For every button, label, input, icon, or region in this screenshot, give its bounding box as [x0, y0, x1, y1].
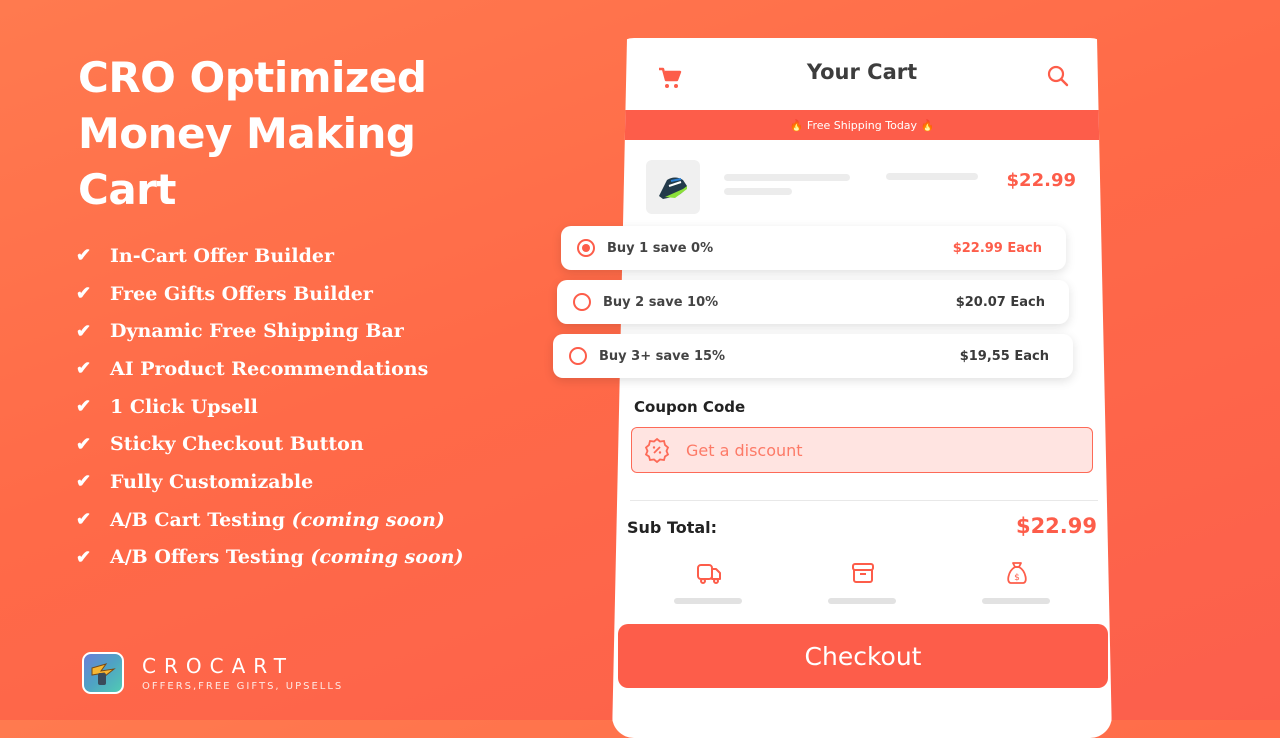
svg-text:$: $: [1014, 573, 1020, 583]
free-shipping-banner: 🔥 Free Shipping Today 🔥: [612, 110, 1112, 140]
coming-soon-note: (coming soon): [291, 508, 445, 531]
feature-item: ✔ Free Gifts Offers Builder: [76, 282, 373, 305]
brand-tagline: OFFERS,FREE GIFTS, UPSELLS: [142, 680, 344, 692]
lightning-fist-icon: [82, 652, 124, 694]
product-price: $22.99: [1006, 170, 1076, 191]
trust-badge-shipping: [674, 559, 744, 604]
radio-selected-icon[interactable]: [577, 239, 595, 257]
skeleton-line: [724, 174, 850, 181]
offer-option-3[interactable]: Buy 3+ save 15% $19,55 Each: [553, 334, 1073, 378]
feature-item: ✔ Dynamic Free Shipping Bar: [76, 320, 404, 343]
offer-price: $20.07 Each: [955, 294, 1045, 310]
feature-item: ✔ Sticky Checkout Button: [76, 433, 364, 456]
trust-badge-money-back: $: [982, 559, 1052, 604]
cart-title: Your Cart: [806, 60, 918, 84]
headline-line-2: Money Making: [78, 109, 416, 158]
headline: CRO Optimized Money Making Cart: [78, 50, 427, 218]
feature-item: ✔ 1 Click Upsell: [76, 395, 258, 418]
skeleton-line: [724, 188, 792, 195]
checkmark-icon: ✔: [76, 396, 92, 418]
archive-box-icon: [852, 563, 874, 583]
offer-price: $19,55 Each: [959, 348, 1049, 364]
money-bag-icon: $: [1007, 562, 1027, 584]
truck-icon: [697, 564, 721, 584]
checkout-button[interactable]: Checkout: [618, 624, 1108, 688]
feature-item: ✔ A/B Offers Testing (coming soon): [76, 546, 464, 569]
offer-option-1[interactable]: Buy 1 save 0% $22.99 Each: [561, 226, 1066, 270]
offer-label: Buy 1 save 0%: [607, 240, 714, 256]
brand: CROCART OFFERS,FREE GIFTS, UPSELLS: [82, 652, 343, 694]
product-thumbnail[interactable]: [646, 160, 700, 214]
sneaker-icon: [659, 177, 687, 199]
checkmark-icon: ✔: [76, 471, 92, 493]
skeleton-line: [982, 598, 1050, 604]
discount-badge-icon: [644, 437, 670, 463]
cart-header: Your Cart: [612, 38, 1112, 110]
feature-list: ✔ In-Cart Offer Builder ✔ Free Gifts Offer…: [76, 237, 464, 576]
skeleton-line: [828, 598, 896, 604]
skeleton-line: [674, 598, 742, 604]
checkmark-icon: ✔: [76, 358, 92, 380]
checkmark-icon: ✔: [76, 245, 92, 267]
skeleton-line: [886, 173, 978, 180]
checkmark-icon: ✔: [76, 546, 92, 568]
feature-item: ✔ Fully Customizable: [76, 470, 314, 493]
checkmark-icon: ✔: [76, 320, 92, 342]
coupon-label: Coupon Code: [634, 398, 746, 416]
brand-name: CROCART: [142, 653, 294, 678]
search-icon[interactable]: [1046, 64, 1070, 88]
feature-item: ✔ In-Cart Offer Builder: [76, 244, 334, 267]
headline-line-1: CRO Optimized: [78, 53, 427, 102]
checkmark-icon: ✔: [76, 283, 92, 305]
feature-item: ✔ A/B Cart Testing (coming soon): [76, 508, 445, 531]
radio-unselected-icon[interactable]: [569, 347, 587, 365]
radio-unselected-icon[interactable]: [573, 293, 591, 311]
coming-soon-note: (coming soon): [310, 546, 464, 569]
offer-option-2[interactable]: Buy 2 save 10% $20.07 Each: [557, 280, 1069, 324]
checkmark-icon: ✔: [76, 509, 92, 531]
subtotal-value: $22.99: [1015, 514, 1097, 538]
subtotal-label: Sub Total:: [627, 518, 718, 537]
feature-item: ✔ AI Product Recommendations: [76, 357, 429, 380]
divider: [630, 500, 1098, 501]
headline-line-3: Cart: [78, 165, 176, 214]
coupon-field[interactable]: [631, 427, 1093, 473]
offer-price: $22.99 Each: [952, 240, 1042, 256]
checkmark-icon: ✔: [76, 433, 92, 455]
coupon-input[interactable]: [684, 439, 1048, 461]
cart-line-item: $22.99: [612, 152, 1112, 222]
offer-label: Buy 3+ save 15%: [599, 348, 726, 364]
trust-badge-returns: [828, 559, 898, 604]
offer-label: Buy 2 save 10%: [603, 294, 719, 310]
